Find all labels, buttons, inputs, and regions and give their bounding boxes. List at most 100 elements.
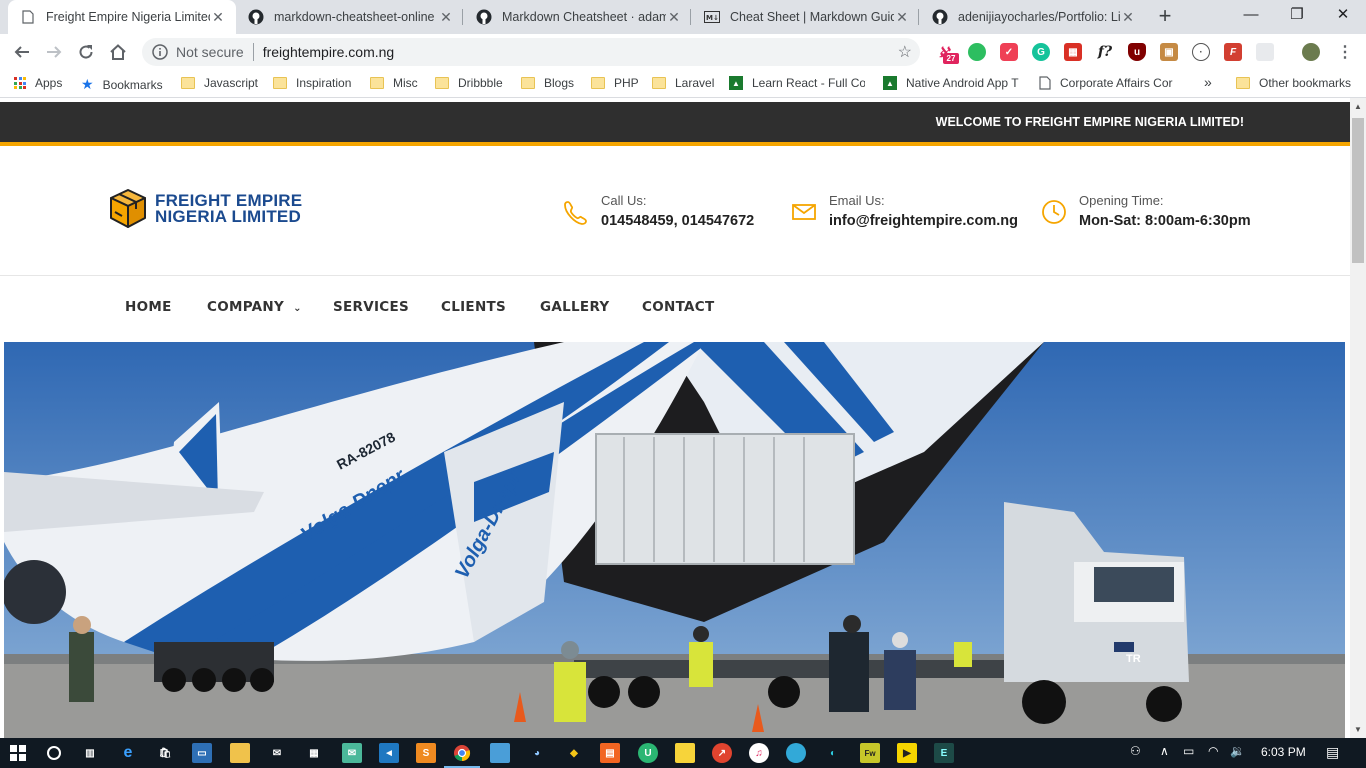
url-text[interactable]: freightempire.com.ng [263,44,395,60]
tab-markdown-cheatsheet-adam[interactable]: Markdown Cheatsheet · adam- ✕ [464,0,692,34]
envelope-icon [792,204,816,220]
fireworks-icon[interactable]: Fw [860,743,880,763]
reload-button[interactable] [73,39,99,65]
orange-app-icon[interactable]: ▤ [600,743,620,763]
close-icon[interactable]: ✕ [210,9,226,26]
pocket-icon[interactable]: ✓ [1000,43,1018,61]
tab-freight-empire[interactable]: Freight Empire Nigeria Limited ✕ [8,0,236,34]
scroll-down-arrow-icon[interactable]: ▼ [1350,721,1366,738]
green-app-icon[interactable]: U [638,743,658,763]
close-icon[interactable]: ✕ [1120,9,1136,26]
itunes-icon[interactable]: ♫ [749,743,769,763]
bookmark-blogs[interactable]: Blogs [521,76,574,90]
tray-chevron-icon[interactable]: ∧ [1160,744,1169,758]
bookmark-javascript[interactable]: Javascript [181,76,258,90]
bookmark-laravel[interactable]: Laravel [652,76,714,90]
new-tab-button[interactable]: + [1152,4,1178,30]
minimize-button[interactable]: — [1228,0,1274,30]
hero-image: RA-82078 Volga-Dnepr Volga-Dnepr TR [4,342,1345,738]
blue-app-icon[interactable] [786,743,806,763]
monitor-app-icon[interactable]: ▭ [192,743,212,763]
address-bar[interactable]: Not secure freightempire.com.ng ☆ [142,38,920,66]
folder-app-icon[interactable]: ◆ [564,743,584,763]
whatfont-icon[interactable]: f? [1096,43,1114,61]
phone-numbers[interactable]: 014548459, 014547672 [601,213,754,229]
mail-icon[interactable]: ✉ [267,743,287,763]
app-icon[interactable]: ◕ [527,743,547,763]
profile-avatar[interactable] [1302,43,1320,61]
nav-home[interactable]: HOME [125,299,172,315]
scroll-thumb[interactable] [1352,118,1364,263]
task-view-icon[interactable]: ▥ [80,743,100,763]
logo-line-2: NIGERIA LIMITED [155,207,301,226]
extension-circle-icon[interactable]: · [1192,43,1210,61]
bookmarks-overflow-button[interactable]: » [1204,74,1212,90]
extension-red-icon[interactable]: ▦ [1064,43,1082,61]
file-explorer-icon[interactable] [230,743,250,763]
bookmark-php[interactable]: PHP [591,76,639,90]
bookmark-inspiration[interactable]: Inspiration [273,76,351,90]
bookmark-other[interactable]: Other bookmarks [1236,76,1351,90]
volume-icon[interactable]: 🔉 [1230,744,1245,758]
restore-button[interactable]: ❐ [1274,0,1320,30]
grammarly-icon[interactable]: G [1032,43,1050,61]
clock-time[interactable]: 6:03 PM [1261,745,1306,759]
back-button[interactable] [9,39,35,65]
browser-tab-strip: Freight Empire Nigeria Limited ✕ markdow… [0,0,1366,34]
bookmark-native-android[interactable]: ▲ Native Android App T [883,76,1019,90]
site-logo[interactable]: FREIGHT EMPIRE NIGERIA LIMITED [109,188,302,230]
ublock-icon[interactable]: u [1128,43,1146,61]
nav-gallery[interactable]: GALLERY [540,299,610,315]
tab-markdown-cheatsheet-online[interactable]: markdown-cheatsheet-online ✕ [236,0,464,34]
email-address[interactable]: info@freightempire.com.ng [829,213,1018,229]
info-icon[interactable] [152,44,168,60]
red-app-icon[interactable]: ↗ [712,743,732,763]
bookmark-misc[interactable]: Misc [370,76,418,90]
bookmark-dribbble[interactable]: Dribbble [435,76,503,90]
bookmark-star-icon[interactable]: ☆ [898,42,912,62]
calculator-icon[interactable]: ▦ [304,743,324,763]
bookmark-apps[interactable]: Apps [14,76,62,90]
wifi-icon[interactable]: ◠ [1208,744,1218,758]
vscode-icon[interactable]: ◄ [379,743,399,763]
bookmark-bookmarks[interactable]: ★ Bookmarks [81,76,163,93]
extension-grid-icon[interactable] [1256,43,1274,61]
teal-app-icon[interactable]: ◐ [823,743,843,763]
close-icon[interactable]: ✕ [438,9,454,26]
evernote-icon[interactable] [968,43,986,61]
tab-markdown-guide[interactable]: M↓ Cheat Sheet | Markdown Guide ✕ [692,0,920,34]
home-button[interactable] [105,39,131,65]
tab-portfolio[interactable]: adenijiayocharles/Portfolio: Lis ✕ [920,0,1146,34]
nav-company[interactable]: COMPANY ⌄ [207,299,302,315]
close-icon[interactable]: ✕ [894,9,910,26]
people-icon[interactable]: ⚇ [1130,744,1141,758]
nav-clients[interactable]: CLIENTS [441,299,506,315]
bookmark-learn-react[interactable]: ▲ Learn React - Full Cou [729,76,865,90]
action-center-icon[interactable]: ▤ [1326,744,1339,761]
extension-badge: 27 [943,53,959,64]
terminal-app-icon[interactable]: E [934,743,954,763]
page-scrollbar[interactable]: ▲ ▼ [1350,98,1366,738]
nav-services[interactable]: SERVICES [333,299,409,315]
mail-app-icon[interactable]: ✉ [342,743,362,763]
scroll-up-arrow-icon[interactable]: ▲ [1350,98,1366,115]
store-icon[interactable]: 🛍 [155,743,175,763]
cortana-icon[interactable] [44,743,64,763]
nav-contact[interactable]: CONTACT [642,299,715,315]
edge-icon[interactable]: e [118,743,138,763]
media-player-icon[interactable]: ▶ [897,743,917,763]
sticky-notes-icon[interactable] [675,743,695,763]
menu-icon[interactable]: ⋮ [1336,43,1354,61]
forward-button[interactable] [41,39,67,65]
battery-icon[interactable]: ▭ [1183,744,1194,758]
extension-f-icon[interactable]: F [1224,43,1242,61]
chrome-icon[interactable] [444,743,480,768]
close-window-button[interactable]: ✕ [1320,0,1366,30]
sublime-icon[interactable]: S [416,743,436,763]
windows-start-icon[interactable] [8,743,28,763]
bookmark-corporate-affairs[interactable]: Corporate Affairs Cor [1039,76,1173,90]
close-icon[interactable]: ✕ [666,9,682,26]
notes-app-icon[interactable] [490,743,510,763]
extension-box-icon[interactable]: ▣ [1160,43,1178,61]
svg-text:M↓: M↓ [706,14,719,22]
